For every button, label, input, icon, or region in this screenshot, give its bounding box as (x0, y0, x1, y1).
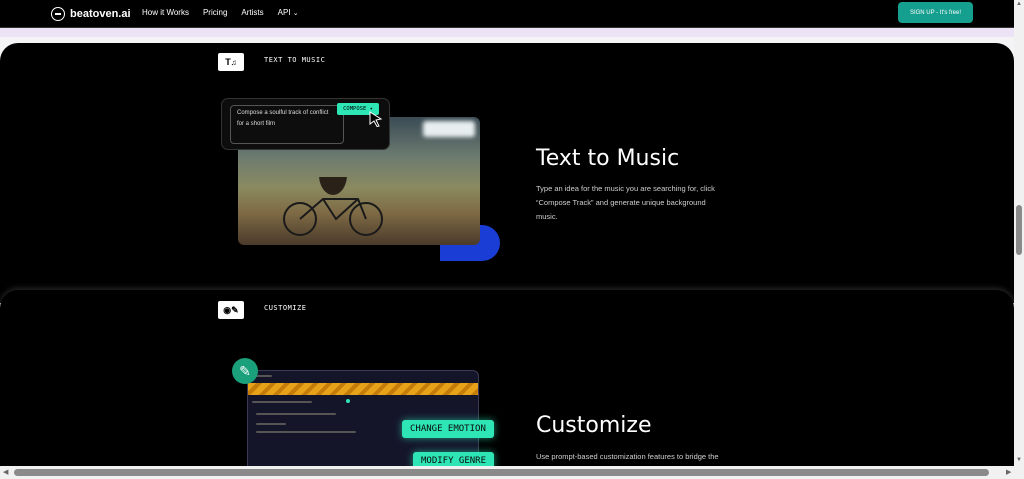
waveform (248, 383, 478, 395)
editor-line (256, 431, 356, 433)
nav-api-label: API (277, 8, 291, 17)
signup-button[interactable]: SIGN UP - It's free! (898, 2, 973, 23)
horizontal-scroll-thumb[interactable] (14, 469, 989, 476)
main-nav: How it Works Pricing Artists API ⌄ (142, 8, 299, 17)
light-streak (423, 121, 475, 137)
section-divider (0, 28, 1014, 37)
vertical-scrollbar[interactable]: ▲ ▼ (1014, 0, 1024, 466)
cyclist-image (283, 177, 383, 236)
nav-artists[interactable]: Artists (241, 8, 263, 17)
logo-text: beatoven.ai (70, 8, 131, 20)
text-to-music-heading: Text to Music (536, 146, 680, 171)
customize-section (0, 290, 1014, 470)
editor-line (252, 401, 312, 403)
compose-label: COMPOSE (343, 106, 367, 112)
nav-how-it-works[interactable]: How it Works (142, 8, 189, 17)
logo-icon (51, 7, 65, 21)
customize-description: Use prompt-based customization features … (536, 452, 719, 461)
scroll-down-icon[interactable]: ▼ (1016, 457, 1022, 463)
scroll-left-icon[interactable]: ◀ (3, 468, 8, 476)
editor-line (256, 413, 336, 415)
text-to-music-description: Type an idea for the music you are searc… (536, 184, 715, 221)
scroll-right-icon[interactable]: ▶ (1006, 468, 1011, 476)
horizontal-scrollbar[interactable]: ◀ ▶ (0, 466, 1024, 479)
text-to-music-section (0, 43, 1014, 303)
chevron-down-icon: ⌄ (292, 10, 299, 17)
prompt-text[interactable]: Compose a soulful track of conflict for … (230, 105, 344, 144)
customize-icon: ◉✎ (218, 301, 244, 319)
pencil-icon: ✎ (232, 358, 258, 384)
customize-label: CUSTOMIZE (264, 304, 307, 312)
nav-pricing[interactable]: Pricing (203, 8, 227, 17)
logo[interactable]: beatoven.ai (51, 7, 131, 21)
nav-api[interactable]: API ⌄ (278, 8, 299, 17)
change-emotion-tag: CHANGE EMOTION (402, 420, 494, 438)
vertical-scroll-thumb[interactable] (1016, 205, 1022, 255)
music-note-icon: ♫ (230, 57, 237, 67)
scroll-up-icon[interactable]: ▲ (1016, 1, 1022, 7)
top-nav-bar: beatoven.ai How it Works Pricing Artists… (0, 0, 1014, 28)
text-to-music-label: TEXT TO MUSIC (264, 56, 326, 64)
customize-heading: Customize (536, 413, 652, 438)
text-to-music-icon: T ♫ (218, 53, 244, 71)
play-icon (346, 399, 350, 403)
sliders-icon: ◉✎ (223, 304, 239, 315)
editor-line (256, 423, 286, 425)
cursor-icon (369, 111, 383, 127)
